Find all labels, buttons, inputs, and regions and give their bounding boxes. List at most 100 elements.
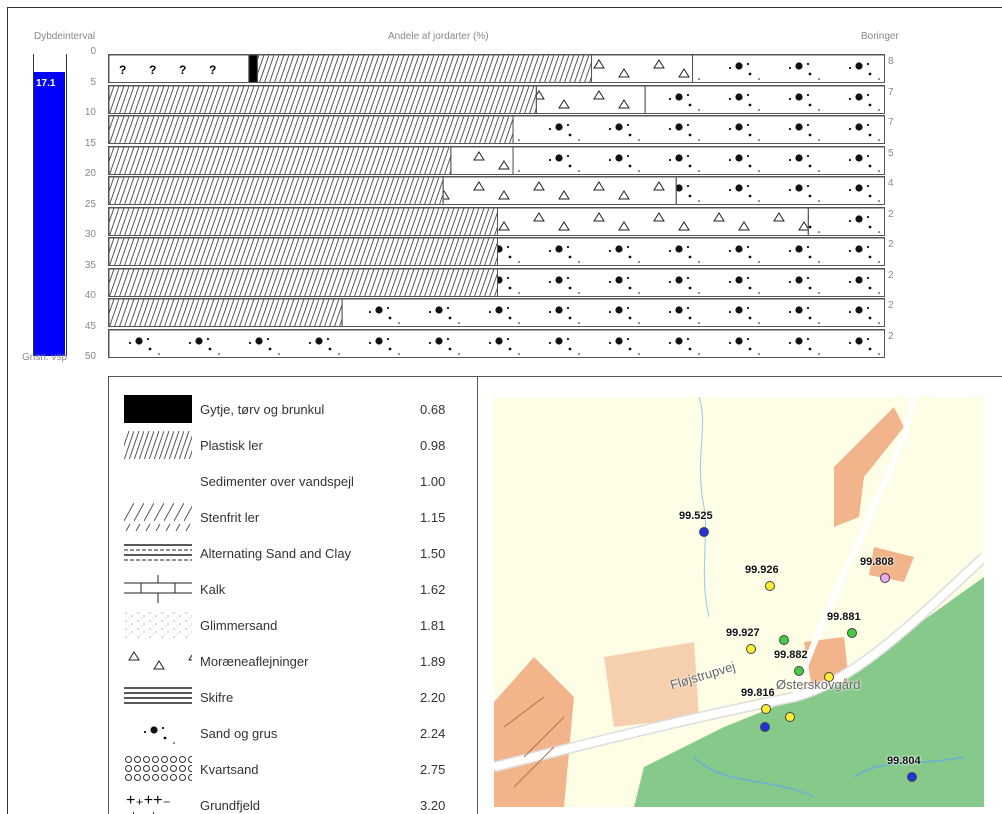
segment-sand — [692, 55, 884, 82]
segment-sand — [644, 85, 884, 113]
segment-sand — [675, 177, 884, 204]
unknown-mark: ? — [179, 63, 186, 77]
borehole-marker[interactable] — [847, 628, 857, 638]
legend-name: Plastisk ler — [200, 438, 263, 453]
legend-value: 1.00 — [420, 474, 446, 489]
legend-name: Grundfjeld — [200, 798, 260, 813]
depth-interval-row[interactable]: ???? — [108, 54, 885, 83]
legend-swatch: +₊++₋+ ₊ + — [126, 792, 171, 814]
unknown-mark: ? — [119, 63, 126, 77]
legend-name: Alternating Sand and Clay — [200, 546, 352, 561]
depth-interval-row[interactable] — [108, 328, 885, 358]
legend-value: 1.50 — [420, 546, 446, 561]
legend-value: 2.20 — [420, 690, 446, 705]
legend-value: 1.89 — [420, 654, 446, 669]
depth-tick: 20 — [84, 168, 96, 179]
legend-name: Moræneaflejninger — [200, 654, 309, 669]
depth-tick: 5 — [90, 76, 96, 88]
legend-value: 3.20 — [420, 798, 446, 813]
borehole-marker[interactable] — [765, 581, 775, 591]
legend-swatch — [124, 395, 192, 423]
borehole-count: 7 — [888, 117, 894, 128]
legend-swatch — [124, 467, 192, 495]
depth-interval-label: Dybdeinterval — [34, 31, 96, 42]
depth-tick: 45 — [84, 320, 96, 332]
borehole-marker[interactable] — [779, 635, 789, 645]
legend-swatch — [124, 431, 192, 459]
legend-swatch — [124, 611, 192, 639]
segment-plastisk — [109, 85, 537, 113]
soil-share-label: Andele af jordarter (%) — [388, 31, 489, 42]
depth-interval-row[interactable] — [108, 145, 885, 175]
borehole-marker[interactable] — [880, 573, 890, 583]
borehole-marker-label: 99.808 — [860, 556, 894, 568]
depth-tick: 0 — [90, 46, 96, 57]
segment-sand — [512, 116, 884, 143]
segment-plastisk — [109, 146, 452, 174]
borehole-marker-label: 99.882 — [774, 649, 808, 661]
borehole-marker[interactable] — [824, 672, 834, 682]
legend-name: Stenfrit ler — [200, 510, 260, 525]
borehole-count: 4 — [888, 178, 894, 189]
borehole-marker[interactable] — [761, 704, 771, 714]
borehole-map[interactable]: Fløjstrupvej Østerskovgård 99.525 99.926 9… — [494, 397, 984, 807]
legend-name: Gytje, tørv og brunkul — [200, 402, 325, 417]
water-level-value: 17.1 — [36, 78, 56, 89]
legend-swatch — [124, 755, 192, 783]
borehole-count: 8 — [888, 56, 894, 67]
borehole-marker[interactable] — [760, 722, 770, 732]
map-background — [494, 397, 984, 807]
borehole-marker-label: 99.525 — [679, 510, 713, 522]
borehole-count: 2 — [888, 330, 894, 342]
avg-water-level-label: Gnsn. vsp — [22, 352, 68, 363]
legend-value: 0.68 — [420, 402, 446, 417]
unknown-mark: ? — [209, 63, 216, 77]
depth-interval-row[interactable] — [108, 176, 885, 205]
place-label: Østerskovgård — [776, 677, 861, 692]
borehole-marker[interactable] — [794, 666, 804, 676]
borehole-marker-label: 99.927 — [726, 627, 760, 639]
segment-morane — [450, 146, 514, 174]
segment-morane — [535, 85, 646, 113]
segment-plastisk — [109, 299, 343, 326]
segment-sand — [497, 268, 884, 296]
borehole-marker[interactable] — [699, 527, 709, 537]
segment-sand — [497, 238, 884, 265]
legend-name: Sand og grus — [200, 726, 278, 741]
depth-interval-row[interactable] — [108, 237, 885, 266]
borehole-marker[interactable] — [746, 644, 756, 654]
legend-swatch — [124, 719, 192, 747]
depth-interval-row[interactable] — [108, 115, 885, 144]
legend-swatch — [124, 544, 192, 561]
borehole-marker-label: 99.816 — [741, 687, 775, 699]
map-panel[interactable]: Fløjstrupvej Østerskovgård 99.525 99.926 9… — [477, 376, 1002, 814]
legend-value: 1.15 — [420, 510, 446, 525]
segment-plastisk — [109, 116, 514, 143]
borehole-marker[interactable] — [907, 772, 917, 782]
depth-interval-row[interactable] — [108, 84, 885, 114]
borehole-count: 2 — [888, 269, 894, 281]
borehole-marker-label: 99.804 — [887, 755, 921, 767]
segment-plastisk — [109, 207, 498, 235]
segment-morane — [497, 207, 809, 235]
legend-name: Skifre — [200, 690, 234, 705]
water-level-bar — [34, 72, 65, 356]
legend-swatch — [124, 687, 192, 704]
lithology-panel: Dybdeinterval Andele af jordarter (%) Bo… — [7, 7, 1002, 814]
depth-interval-row[interactable] — [108, 206, 885, 236]
segment-gytje — [248, 55, 258, 82]
borehole-count: 7 — [888, 86, 894, 98]
boreholes-label: Boringer — [861, 31, 899, 42]
segment-sand — [341, 299, 884, 326]
segment-sand — [109, 329, 884, 357]
legend-name: Sedimenter over vandspejl — [200, 474, 354, 489]
legend-value: 0.98 — [420, 438, 446, 453]
segment-sand — [807, 207, 884, 235]
depth-interval-row[interactable] — [108, 267, 885, 297]
borehole-count: 2 — [888, 300, 894, 311]
borehole-marker[interactable] — [785, 712, 795, 722]
legend-name: Glimmersand — [200, 618, 278, 633]
depth-tick: 40 — [84, 290, 96, 301]
depth-interval-row[interactable] — [108, 298, 885, 327]
depth-tick: 50 — [84, 351, 96, 362]
